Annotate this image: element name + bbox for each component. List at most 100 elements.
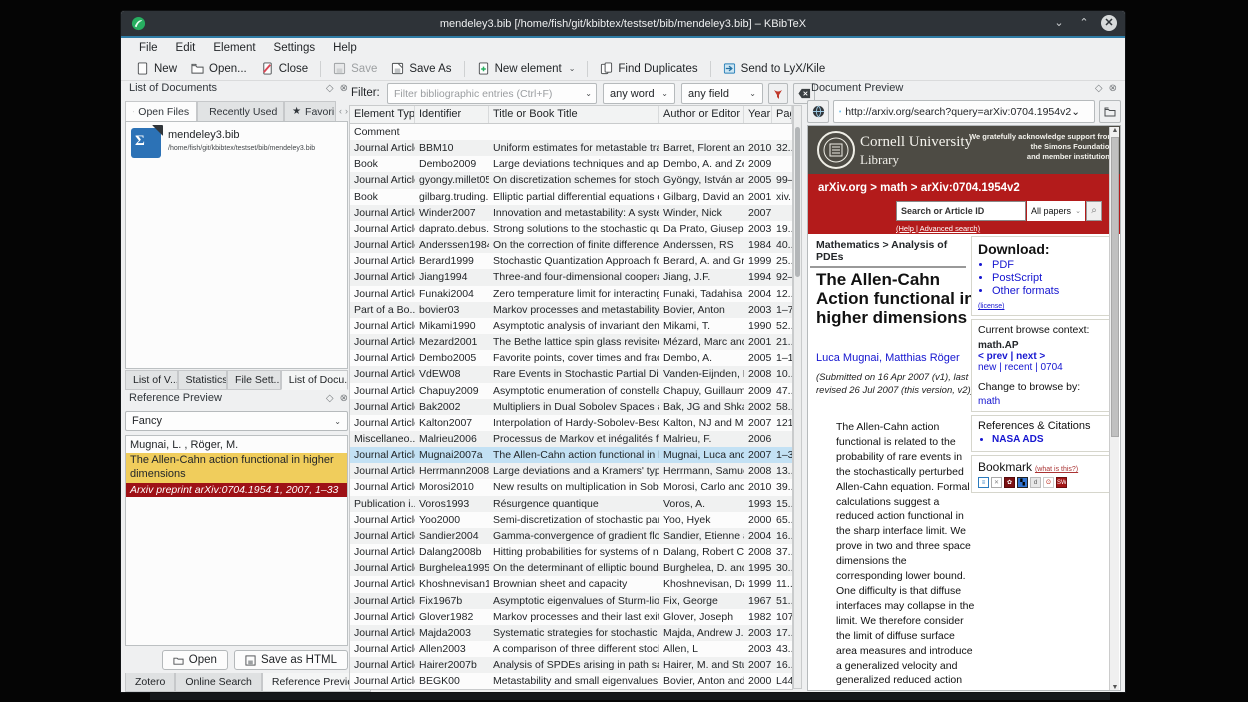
table-row[interactable]: Journal ArticleAllen2003A comparison of … [350, 641, 792, 657]
open-button[interactable]: Open... [184, 59, 254, 78]
table-row[interactable]: Miscellaneo...Malrieu2006Processus de Ma… [350, 431, 792, 447]
minimize-icon[interactable]: ⌄ [1051, 15, 1067, 31]
table-row[interactable]: Journal ArticleBEGK00Metastability and s… [350, 673, 792, 689]
list-item[interactable]: Σ mendeley3.bib /home/fish/git/kbibtex/t… [126, 122, 347, 164]
table-row[interactable]: Bookgilbarg.truding...Elliptic partial d… [350, 189, 792, 205]
save-as-button[interactable]: Save As [384, 59, 458, 78]
save-button[interactable]: Save [326, 59, 384, 78]
col-year[interactable]: Year [744, 106, 772, 123]
table-row[interactable]: Journal ArticleHairer2007bAnalysis of SP… [350, 657, 792, 673]
col-author[interactable]: Author or Editor [659, 106, 744, 123]
table-row[interactable]: Journal ArticleMezard2001The Bethe latti… [350, 334, 792, 350]
table-row[interactable]: Journal ArticleFunaki2004Zero temperatur… [350, 286, 792, 302]
postscript-link[interactable]: PostScript [992, 272, 1103, 284]
table-row[interactable]: Journal ArticleAnderssen1984On the corre… [350, 237, 792, 253]
table-scrollbar[interactable] [793, 105, 802, 689]
table-row[interactable]: Journal ArticleMajda2003Systematic strat… [350, 625, 792, 641]
connotea-icon[interactable]: ✕ [991, 477, 1002, 488]
tab-statistics[interactable]: Statistics [178, 370, 228, 390]
digg-icon[interactable]: d [1030, 477, 1041, 488]
tab-scroll-right-icon[interactable]: › [345, 106, 348, 116]
bibsonomy-icon[interactable]: ✿ [1004, 477, 1015, 488]
open-file-button[interactable] [1099, 100, 1121, 123]
prev-next-links[interactable]: < prev | next > [978, 351, 1103, 362]
table-row[interactable]: Journal ArticleChapuy2009Asymptotic enum… [350, 383, 792, 399]
what-is-this-link[interactable]: (what is this?) [1035, 466, 1078, 473]
table-row[interactable]: Journal ArticleBurghelea1995On the deter… [350, 560, 792, 576]
pdf-link[interactable]: PDF [992, 259, 1103, 271]
arxiv-scope-select[interactable]: All papers ⌄ [1027, 201, 1085, 221]
menu-file[interactable]: File [131, 40, 166, 56]
col-page[interactable]: Page [772, 106, 792, 123]
close-panel-icon[interactable]: ⊗ [1109, 83, 1117, 94]
tab-list-of-documents[interactable]: List of Docu... [281, 370, 348, 390]
table-row[interactable]: Journal ArticleHerrmann2008Large deviati… [350, 463, 792, 479]
table-row[interactable]: Journal Articledaprato.debus...Strong so… [350, 221, 792, 237]
table-row[interactable]: Journal ArticleKalton2007Interpolation o… [350, 415, 792, 431]
sciencewise-icon[interactable]: SW [1056, 477, 1067, 488]
table-row[interactable]: Journal ArticleBBM10Uniform estimates fo… [350, 140, 792, 156]
table-row[interactable]: Journal ArticleYoo2000Semi-discretizatio… [350, 512, 792, 528]
arxiv-search-input[interactable] [896, 201, 1026, 221]
tab-list-of-values[interactable]: List of V... [125, 370, 178, 390]
tab-scroll-left-icon[interactable]: ‹ [339, 106, 342, 116]
float-panel-icon[interactable]: ◇ [326, 393, 334, 404]
webview-scrollbar-handle[interactable] [1111, 137, 1119, 437]
tab-file-settings[interactable]: File Sett... [227, 370, 281, 390]
url-combobox[interactable]: http://arxiv.org/search?query=arXiv:0704… [833, 100, 1095, 123]
search-pdf-toggle[interactable] [768, 83, 788, 104]
close-document-button[interactable]: Close [254, 59, 315, 78]
arxiv-help-links[interactable]: (Help | Advanced search) [896, 224, 980, 233]
table-row[interactable]: Journal ArticleFix1967bAsymptotic eigenv… [350, 593, 792, 609]
menu-element[interactable]: Element [205, 40, 263, 56]
table-row[interactable]: Journal Articlegyongy.millet05On discret… [350, 172, 792, 188]
delicious-icon[interactable]: ▚ [1017, 477, 1028, 488]
tab-open-files[interactable]: Open Files [125, 101, 197, 121]
col-identifier[interactable]: Identifier [415, 106, 489, 123]
table-row[interactable]: Journal ArticleMikami1990Asymptotic anal… [350, 318, 792, 334]
citeulike-icon[interactable]: ≡ [978, 477, 989, 488]
preview-style-select[interactable]: Fancy ⌄ [125, 411, 348, 431]
webview-scrollbar[interactable]: ▲ ▼ [1109, 127, 1119, 691]
table-row[interactable]: Comment [350, 124, 792, 140]
new-button[interactable]: New [129, 59, 184, 78]
open-reference-button[interactable]: Open [162, 650, 228, 670]
new-element-button[interactable]: New element ⌄ [470, 59, 583, 78]
cornell-logo-text[interactable]: Cornell University [860, 134, 972, 151]
nasa-ads-link[interactable]: NASA ADS [992, 434, 1103, 445]
table-row[interactable]: BookDembo2009Large deviations techniques… [350, 156, 792, 172]
table-row[interactable]: Journal ArticleDalang2008bHitting probab… [350, 544, 792, 560]
go-online-button[interactable] [807, 100, 829, 123]
table-row[interactable]: Journal ArticleSandier2004Gamma-converge… [350, 528, 792, 544]
menu-help[interactable]: Help [325, 40, 365, 56]
float-panel-icon[interactable]: ◇ [1095, 83, 1103, 94]
send-to-lyx-button[interactable]: Send to LyX/Kile [716, 59, 833, 78]
titlebar[interactable]: mendeley3.bib [/home/fish/git/kbibtex/te… [121, 11, 1125, 36]
filter-input[interactable] [387, 83, 597, 104]
tab-recently-used[interactable]: Recently Used [197, 101, 284, 121]
close-panel-icon[interactable]: ⊗ [340, 393, 348, 404]
table-row[interactable]: Journal ArticleWinder2007Innovation and … [350, 205, 792, 221]
filter-field-mode-select[interactable]: any field⌄ [681, 83, 763, 104]
table-row[interactable]: Journal ArticleBak2002Multipliers in Dua… [350, 399, 792, 415]
table-row[interactable]: Publication i...Voros1993Résurgence quan… [350, 496, 792, 512]
arxiv-breadcrumb[interactable]: arXiv.org > math > arXiv:0704.1954v2 [818, 182, 1020, 194]
menu-edit[interactable]: Edit [168, 40, 204, 56]
cornell-library-text[interactable]: Library [860, 152, 899, 168]
arxiv-search-button[interactable]: ⌕ [1086, 201, 1102, 221]
scroll-up-icon[interactable]: ▲ [1110, 127, 1120, 134]
paper-authors-link[interactable]: Luca Mugnai, Matthias Röger [816, 352, 960, 364]
table-row[interactable]: Journal ArticleVdEW08Rare Events in Stoc… [350, 366, 792, 382]
scroll-down-icon[interactable]: ▼ [1110, 684, 1120, 691]
maximize-icon[interactable]: ⌃ [1076, 15, 1092, 31]
col-title[interactable]: Title or Book Title [489, 106, 659, 123]
tab-favorites[interactable]: ★ Favori [284, 101, 336, 121]
tab-zotero[interactable]: Zotero [125, 673, 175, 692]
menu-settings[interactable]: Settings [266, 40, 324, 56]
table-row[interactable]: Journal ArticleJiang1994Three-and four-d… [350, 269, 792, 285]
filter-word-mode-select[interactable]: any word⌄ [603, 83, 675, 104]
table-scrollbar-handle[interactable] [795, 127, 800, 277]
col-element-type[interactable]: Element Type [350, 106, 415, 123]
table-row[interactable]: Journal ArticleMorosi2010New results on … [350, 479, 792, 495]
save-as-html-button[interactable]: Save as HTML [234, 650, 348, 670]
